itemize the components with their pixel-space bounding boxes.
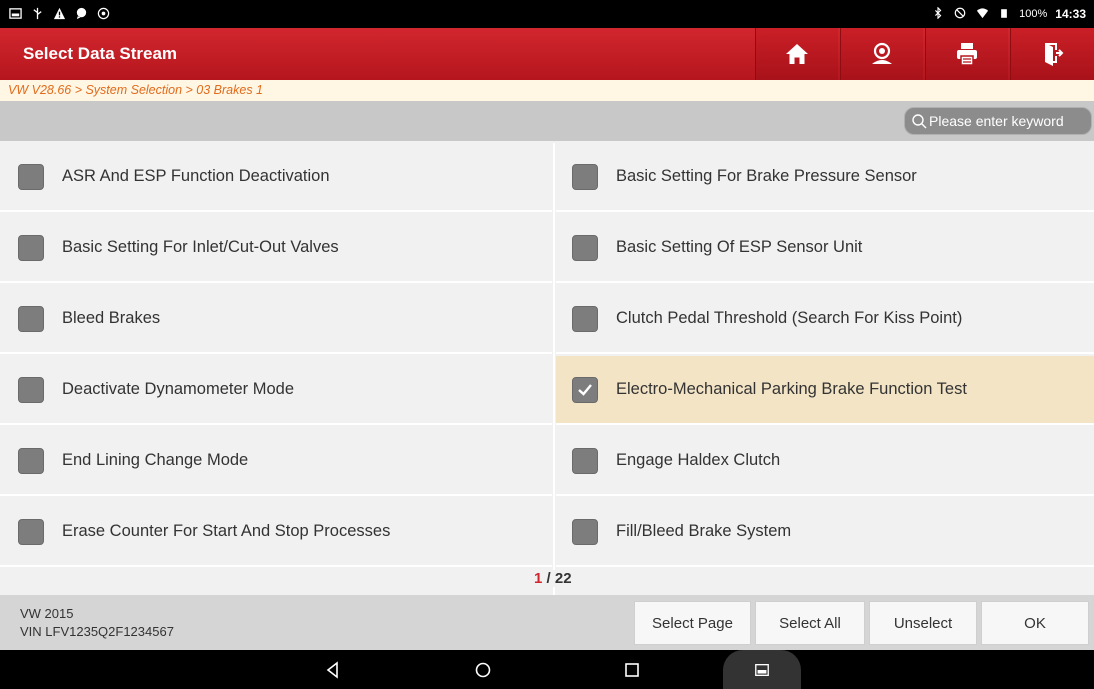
blocked-icon [953,7,967,21]
status-bar: 100% 14:33 [0,0,1094,28]
status-right: 100% 14:33 [931,6,1086,21]
support-icon [872,42,892,64]
list-item-partial[interactable] [0,569,552,595]
footer: VW 2015 VIN LFV1235Q2F1234567 Select Pag… [0,595,1094,650]
battery-percent: 100% [1019,8,1048,20]
select-page-button[interactable]: Select Page [634,601,751,645]
data-stream-list: ASR And ESP Function Deactivation Basic … [0,143,1094,595]
column-divider [553,143,555,595]
search-bar: Please enter keyword [0,101,1094,141]
list-item[interactable]: Deactivate Dynamometer Mode [0,356,552,425]
checkbox[interactable] [572,447,598,474]
print-button[interactable] [925,28,1008,80]
checkbox[interactable] [572,163,598,190]
status-left [8,7,110,21]
vehicle-info: VW 2015 VIN LFV1235Q2F1234567 [20,605,174,641]
ok-button[interactable]: OK [981,601,1089,645]
square-recents-icon [625,662,639,677]
warning-icon [52,7,66,21]
app-root: 100% 14:33 Select Data Stream VW V28.66 … [0,0,1094,689]
list-item-label: Deactivate Dynamometer Mode [62,380,295,398]
unselect-button[interactable]: Unselect [869,601,977,645]
page-total: / 22 [546,570,572,587]
search-placeholder: Please enter keyword [929,113,1064,129]
print-icon [957,43,977,66]
home-icon [786,44,808,64]
list-item-label: Bleed Brakes [62,309,161,327]
page-current: 1 [534,570,543,587]
search-input[interactable]: Please enter keyword [904,107,1092,135]
list-item[interactable]: Clutch Pedal Threshold (Search For Kiss … [556,285,1094,354]
list-item[interactable]: Basic Setting For Inlet/Cut-Out Valves [0,214,552,283]
screenshot-button[interactable] [723,650,801,689]
page-indicator: 1 / 22 [534,570,572,587]
list-item-label: Clutch Pedal Threshold (Search For Kiss … [616,309,963,327]
usb-icon [30,7,44,21]
list-item[interactable]: Basic Setting Of ESP Sensor Unit [556,214,1094,283]
checkbox[interactable] [18,376,44,403]
exit-icon [1044,43,1063,66]
chat-icon [74,7,88,21]
list-item[interactable]: Fill/Bleed Brake System [556,498,1094,567]
list-item[interactable]: Engage Haldex Clutch [556,427,1094,496]
checkbox[interactable] [18,163,44,190]
list-item-label: Basic Setting For Brake Pressure Sensor [616,167,917,185]
app-header: Select Data Stream [0,28,1094,80]
exit-button[interactable] [1010,28,1094,80]
checkbox[interactable] [18,305,44,332]
battery-icon [997,7,1011,21]
system-nav-bar [0,650,1094,689]
vehicle-model: VW 2015 [20,606,74,621]
back-icon [326,660,338,679]
checkbox[interactable] [572,305,598,332]
checkbox[interactable] [18,518,44,545]
list-item-label: End Lining Change Mode [62,451,249,469]
list-item-label: Basic Setting For Inlet/Cut-Out Valves [62,238,339,256]
recents-button[interactable] [612,650,652,689]
notification-icon [8,7,22,21]
vehicle-vin: VIN LFV1235Q2F1234567 [20,624,174,639]
bluetooth-icon [931,6,945,21]
list-item[interactable]: Erase Counter For Start And Stop Process… [0,498,552,567]
page-title: Select Data Stream [23,44,178,63]
list-item[interactable]: Basic Setting For Brake Pressure Sensor [556,143,1094,212]
list-item[interactable]: Bleed Brakes [0,285,552,354]
support-button[interactable] [840,28,923,80]
list-item-label: Fill/Bleed Brake System [616,522,792,540]
back-button[interactable] [313,650,353,689]
checkbox[interactable] [18,447,44,474]
list-item[interactable]: End Lining Change Mode [0,427,552,496]
home-button[interactable] [755,28,838,80]
list-item-label: Basic Setting Of ESP Sensor Unit [616,238,863,256]
wifi-icon [975,7,989,21]
list-item-selected[interactable]: Electro-Mechanical Parking Brake Functio… [556,356,1094,425]
list-item-label: ASR And ESP Function Deactivation [62,167,330,185]
clock: 14:33 [1055,7,1086,21]
checkbox[interactable] [18,234,44,261]
list-item-label: Erase Counter For Start And Stop Process… [62,522,391,540]
select-all-button[interactable]: Select All [755,601,865,645]
list-item-label: Electro-Mechanical Parking Brake Functio… [616,380,967,398]
circle-home-icon [475,662,491,677]
breadcrumb: VW V28.66 > System Selection > 03 Brakes… [0,80,1094,101]
list-item-label: Engage Haldex Clutch [616,451,781,469]
checkbox[interactable] [572,518,598,545]
list-item[interactable]: ASR And ESP Function Deactivation [0,143,552,212]
search-icon [912,114,927,129]
screenshot-icon [755,663,769,676]
settings-icon [96,7,110,21]
checkbox-checked[interactable] [572,376,598,403]
checkbox[interactable] [572,234,598,261]
home-nav-button[interactable] [463,650,503,689]
check-icon [578,383,592,396]
list-item-partial[interactable] [556,569,1094,595]
